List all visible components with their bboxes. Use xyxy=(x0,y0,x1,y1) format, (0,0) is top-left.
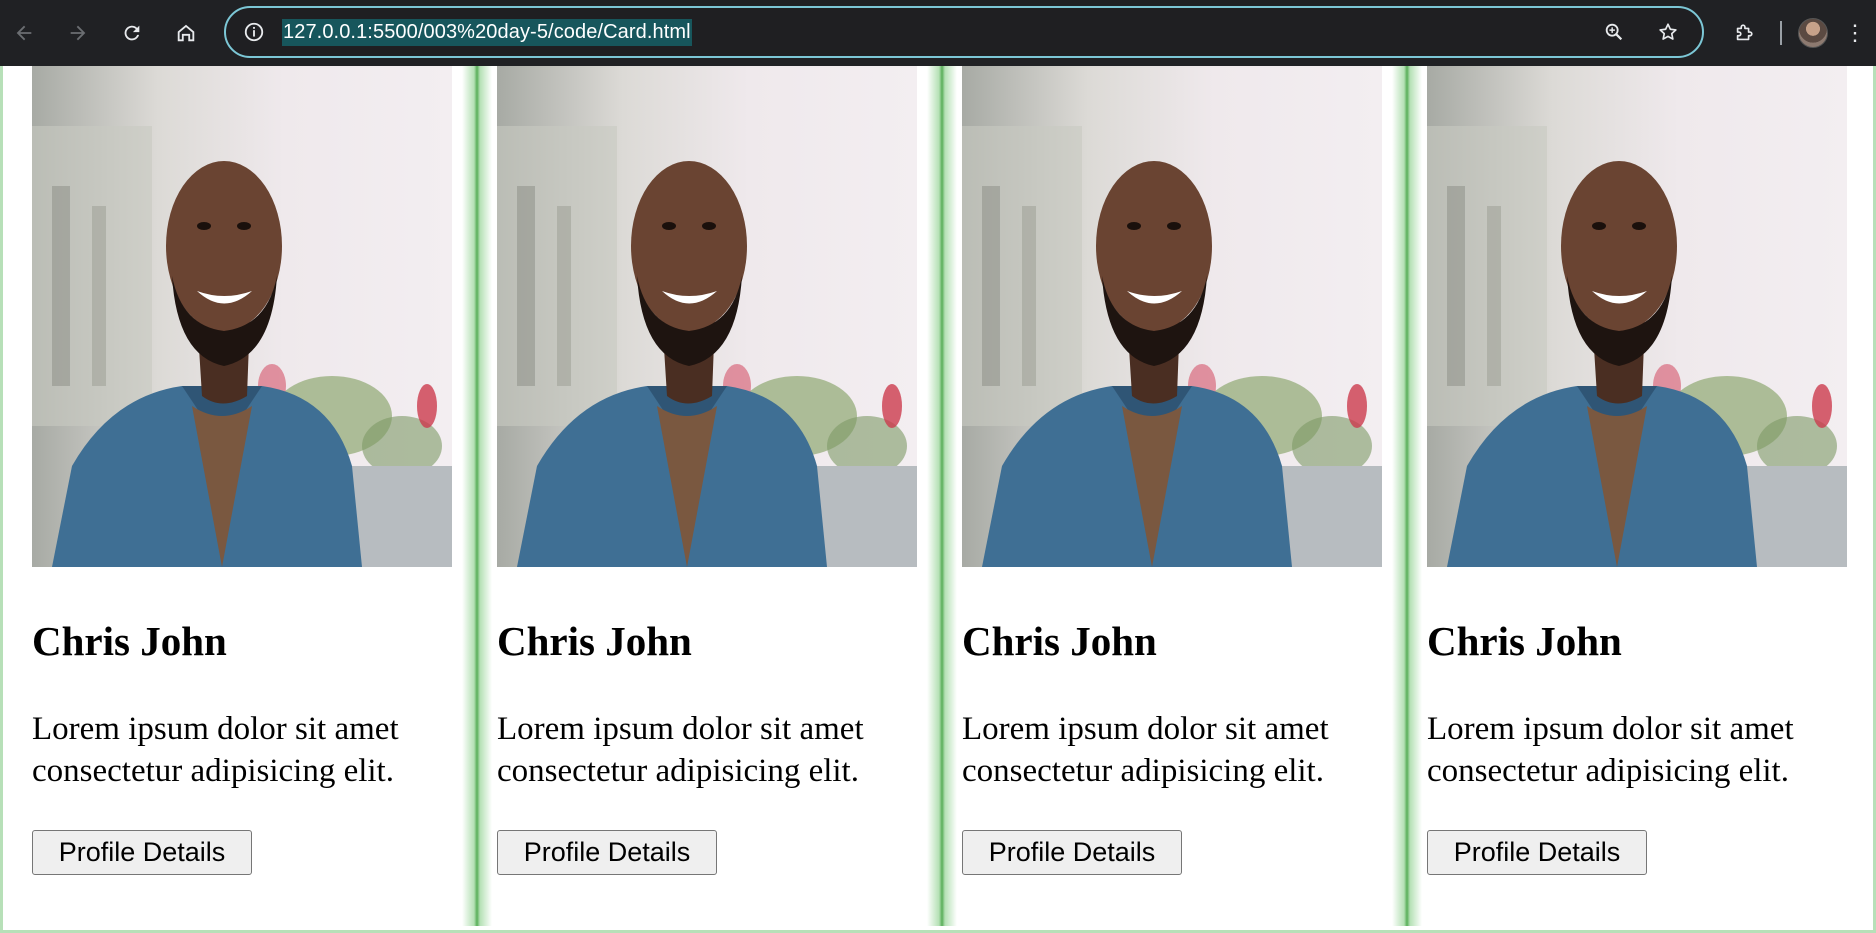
card-shadow xyxy=(1392,66,1422,926)
zoom-button[interactable] xyxy=(1598,16,1630,48)
profile-photo xyxy=(1427,66,1847,567)
info-icon xyxy=(244,22,264,42)
browser-toolbar: 127.0.0.1:5500/003%20day-5/code/Card.htm… xyxy=(0,0,1876,66)
address-bar[interactable]: 127.0.0.1:5500/003%20day-5/code/Card.htm… xyxy=(224,6,1704,58)
forward-button[interactable] xyxy=(58,13,98,53)
card-shadow xyxy=(462,66,492,926)
home-button[interactable] xyxy=(166,13,206,53)
card-shadow xyxy=(927,66,957,926)
profile-name: Chris John xyxy=(32,618,227,664)
profile-avatar[interactable] xyxy=(1798,18,1828,48)
zoom-icon xyxy=(1605,23,1623,41)
url-text[interactable]: 127.0.0.1:5500/003%20day-5/code/Card.htm… xyxy=(282,18,692,46)
profile-details-button[interactable]: Profile Details xyxy=(962,830,1182,875)
profile-card: Chris John Lorem ipsum dolor sit amet co… xyxy=(497,66,917,922)
profile-details-button[interactable]: Profile Details xyxy=(1427,830,1647,875)
back-button[interactable] xyxy=(4,13,44,53)
arrow-right-icon xyxy=(70,25,86,41)
address-bar-actions xyxy=(1598,16,1684,48)
profile-photo xyxy=(497,66,917,567)
profile-description: Lorem ipsum dolor sit amet consectetur a… xyxy=(962,711,1329,789)
puzzle-icon xyxy=(1736,24,1753,41)
toolbar-divider xyxy=(1780,21,1782,45)
site-info-button[interactable] xyxy=(240,18,268,46)
profile-description: Lorem ipsum dolor sit amet consectetur a… xyxy=(497,711,864,789)
star-icon xyxy=(1659,23,1677,40)
profile-photo xyxy=(32,66,452,567)
profile-details-button[interactable]: Profile Details xyxy=(497,830,717,875)
profile-card: Chris John Lorem ipsum dolor sit amet co… xyxy=(32,66,452,922)
toolbar-right: ⋮ xyxy=(1724,13,1866,53)
home-icon xyxy=(177,24,195,42)
bookmark-button[interactable] xyxy=(1652,16,1684,48)
page-content: Chris John Lorem ipsum dolor sit amet co… xyxy=(0,66,1876,933)
profile-name: Chris John xyxy=(962,618,1157,664)
extensions-button[interactable] xyxy=(1724,13,1764,53)
profile-details-button[interactable]: Profile Details xyxy=(32,830,252,875)
profile-description: Lorem ipsum dolor sit amet consectetur a… xyxy=(1427,711,1794,789)
profile-description: Lorem ipsum dolor sit amet consectetur a… xyxy=(32,711,399,789)
profile-name: Chris John xyxy=(1427,618,1622,664)
profile-photo xyxy=(962,66,1382,567)
arrow-left-icon xyxy=(16,25,32,41)
profile-name: Chris John xyxy=(497,618,692,664)
reload-button[interactable] xyxy=(112,13,152,53)
profile-card: Chris John Lorem ipsum dolor sit amet co… xyxy=(1427,66,1847,922)
nav-buttons xyxy=(4,13,206,53)
profile-card: Chris John Lorem ipsum dolor sit amet co… xyxy=(962,66,1382,922)
reload-icon xyxy=(124,25,140,41)
more-vert-icon[interactable]: ⋮ xyxy=(1844,22,1866,44)
